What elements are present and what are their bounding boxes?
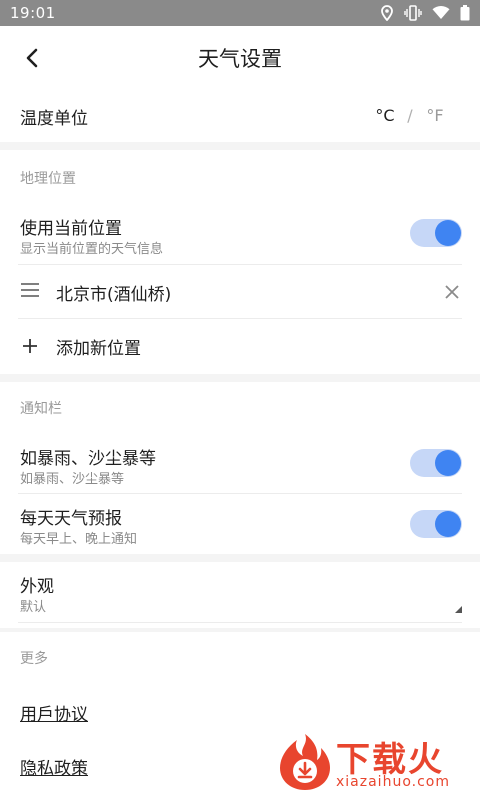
- temperature-unit-row: 温度单位 °C / °F: [0, 90, 480, 142]
- status-icons: [380, 5, 470, 21]
- severe-weather-label: 如暴雨、沙尘暴等: [20, 449, 156, 469]
- toggle-knob: [435, 450, 461, 476]
- use-current-location-sub: 显示当前位置的天气信息: [20, 242, 164, 257]
- user-agreement-link[interactable]: 用戶协议: [20, 700, 88, 725]
- location-item-name: 北京市(酒仙桥): [56, 285, 172, 305]
- more-section-title: 更多: [20, 651, 48, 667]
- app-bar: 天气设置: [0, 26, 480, 90]
- battery-icon: [460, 5, 470, 21]
- chevron-left-icon: [26, 48, 38, 68]
- daily-forecast-label: 每天天气预报: [20, 509, 122, 529]
- unit-separator: /: [407, 106, 413, 125]
- appearance-label: 外观: [20, 577, 54, 597]
- back-button[interactable]: [18, 44, 46, 72]
- divider: [18, 493, 462, 494]
- toggle-knob: [435, 220, 461, 246]
- dropdown-corner-icon: [455, 606, 462, 613]
- location-section-title: 地理位置: [20, 171, 76, 187]
- temperature-unit-selector: °C / °F: [372, 106, 448, 125]
- unit-celsius-option[interactable]: °C: [372, 106, 398, 125]
- section-gap: [0, 554, 480, 562]
- section-gap: [0, 142, 480, 150]
- notification-section: 通知栏 如暴雨、沙尘暴等 如暴雨、沙尘暴等 每天天气预报 每天早上、晚上通知: [0, 382, 480, 554]
- plus-icon: [23, 339, 37, 353]
- watermark-logo: 下载火 xiazaihuo.com: [276, 730, 474, 796]
- severe-weather-toggle[interactable]: [410, 449, 462, 477]
- page-title: 天气设置: [198, 47, 282, 71]
- temperature-unit-label: 温度单位: [20, 109, 88, 129]
- notification-section-title: 通知栏: [20, 401, 62, 417]
- status-bar: 19:01: [0, 0, 480, 26]
- daily-forecast-sub: 每天早上、晚上通知: [20, 532, 138, 547]
- drag-handle-icon[interactable]: [20, 282, 40, 298]
- wifi-icon: [432, 6, 450, 19]
- add-location-label: 添加新位置: [56, 339, 141, 359]
- flame-logo-icon: [280, 734, 330, 790]
- privacy-policy-link[interactable]: 隐私政策: [20, 754, 88, 779]
- appearance-value: 默认: [20, 600, 47, 615]
- vibrate-icon: [404, 5, 422, 21]
- section-gap: [0, 374, 480, 382]
- use-current-location-label: 使用当前位置: [20, 219, 122, 239]
- unit-fahrenheit-option[interactable]: °F: [422, 106, 448, 125]
- use-current-location-toggle[interactable]: [410, 219, 462, 247]
- location-icon: [381, 5, 393, 21]
- location-section: 地理位置 使用当前位置 显示当前位置的天气信息 北京市(酒仙桥) 添加新位置: [0, 150, 480, 374]
- severe-weather-sub: 如暴雨、沙尘暴等: [20, 472, 125, 487]
- divider: [18, 318, 462, 319]
- close-icon[interactable]: [444, 284, 460, 300]
- status-time: 19:01: [10, 4, 56, 22]
- watermark-url: xiazaihuo.com: [336, 774, 450, 790]
- divider: [18, 622, 462, 623]
- daily-forecast-toggle[interactable]: [410, 510, 462, 538]
- appearance-row[interactable]: 外观 默认: [0, 562, 480, 628]
- divider: [18, 264, 462, 265]
- toggle-knob: [435, 511, 461, 537]
